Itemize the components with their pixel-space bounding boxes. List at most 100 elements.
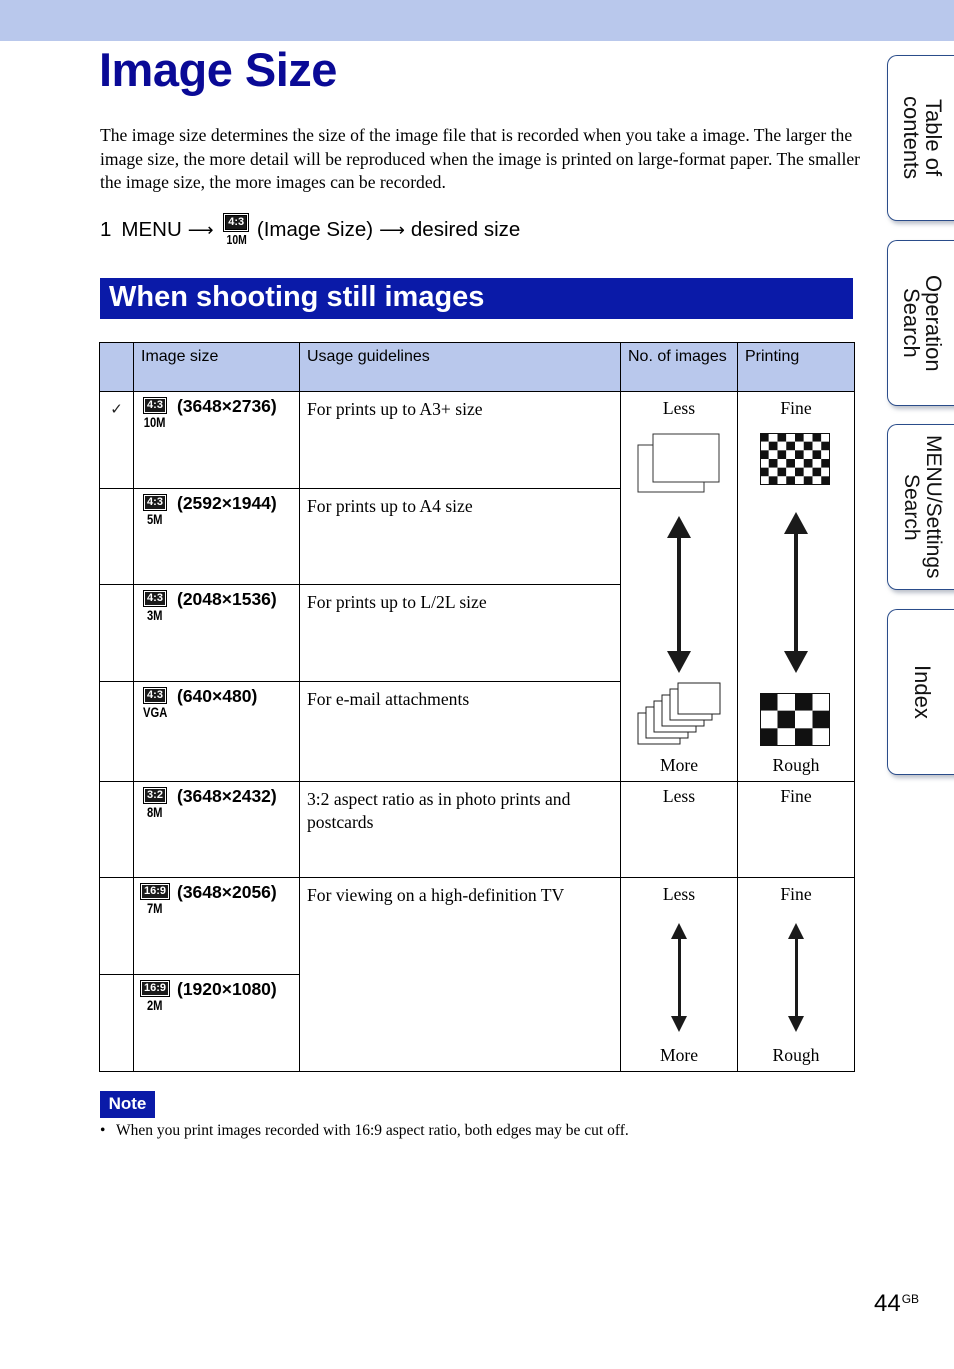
checker-cell — [760, 450, 769, 459]
checker-cell — [795, 450, 804, 459]
checker-cell — [777, 693, 795, 711]
double-arrow-icon — [671, 923, 687, 1032]
note-badge: Note — [100, 1091, 155, 1118]
checker-cell — [786, 450, 795, 459]
step-number: 1 — [100, 218, 112, 241]
checker-cell — [768, 459, 778, 468]
usage-cell: For prints up to A3+ size — [299, 391, 621, 489]
checker-cell — [760, 441, 769, 451]
tab-index[interactable]: Index — [887, 609, 954, 775]
checker-cell — [777, 459, 787, 468]
ratio-label: 4:3 — [143, 590, 167, 608]
dimensions: (2048×1536) — [177, 589, 277, 610]
checker-cell — [768, 467, 778, 477]
checker-cell — [812, 441, 822, 451]
checker-cell — [812, 433, 822, 442]
size-cell: 4:3 VGA (640×480) — [133, 681, 300, 782]
checker-cell — [821, 441, 830, 451]
table-row: ✓ 4:3 10M (3648×2736) For prints up to A3… — [99, 391, 855, 782]
checker-cell — [768, 433, 778, 442]
target-label: desired size — [410, 218, 521, 241]
checker-cell — [786, 441, 795, 451]
tab-menu-settings-search[interactable]: MENU/Settings Search — [887, 424, 954, 590]
menu-step: 1 MENU ⟶ 4:3 10M (Image Size) ⟶ desired … — [100, 210, 520, 250]
rough-checker-icon — [760, 693, 830, 746]
dimensions: (2592×1944) — [177, 492, 277, 513]
checker-cell — [803, 441, 813, 451]
checker-cell — [821, 476, 830, 485]
checker-cell — [786, 476, 795, 485]
usage-cell: 3:2 aspect ratio as in photo prints and … — [299, 781, 621, 878]
dimensions: (3648×2056) — [177, 882, 277, 902]
checker-cell — [777, 450, 787, 459]
section-heading: When shooting still images — [100, 278, 853, 319]
checker-cell — [803, 459, 813, 468]
default-marker: ✓ — [99, 391, 134, 489]
checker-cell — [821, 450, 830, 459]
checker-cell — [768, 476, 778, 485]
table-row: 16:9 7M (3648×2056) For viewing on a high… — [99, 877, 855, 1072]
dimensions: (640×480) — [177, 686, 258, 707]
checker-cell — [795, 728, 813, 746]
checker-cell — [795, 441, 804, 451]
tab-label: MENU/Settings Search — [900, 435, 945, 579]
size-cell: 4:3 3M (2048×1536) — [133, 584, 300, 683]
header-no-of-images: No. of images — [620, 342, 738, 392]
size-cell: 4:3 10M (3648×2736) — [133, 391, 300, 489]
images-value: Less — [662, 786, 696, 806]
bullet: • — [100, 1122, 106, 1139]
checker-cell — [812, 459, 822, 468]
default-marker — [99, 584, 134, 683]
scale-bottom-label: Rough — [772, 1045, 820, 1065]
usage-cell: For viewing on a high-definition TV — [299, 877, 621, 1072]
default-marker — [99, 974, 134, 1072]
image-size-icon: 3:2 8M — [141, 787, 169, 820]
menu-label: MENU — [121, 218, 182, 241]
ratio-label: 4:3 — [143, 687, 167, 705]
image-size-icon: 4:3 10M — [141, 397, 169, 429]
printing-scale-cell: Fine Rough — [737, 877, 855, 1072]
intro-text: The image size determines the size of th… — [100, 125, 861, 193]
megapixel-label: 8M — [147, 804, 163, 820]
usage-cell: For e-mail attachments — [299, 681, 621, 782]
checker-cell — [812, 467, 822, 477]
page-title: Image Size — [99, 43, 337, 96]
checker-cell — [777, 433, 787, 442]
checker-cell — [812, 450, 822, 459]
few-images-icon — [637, 433, 720, 493]
megapixel-label: 2M — [147, 997, 163, 1013]
tab-table-of-contents[interactable]: Table of contents — [887, 55, 954, 221]
tab-operation-search[interactable]: Operation Search — [887, 240, 954, 406]
page-number-suffix: GB — [901, 1292, 920, 1306]
tab-label: Table of contents — [899, 96, 946, 180]
scale-bottom-label: More — [659, 1045, 699, 1065]
checker-cell — [760, 467, 769, 477]
megapixel-label: 7M — [147, 900, 163, 916]
image-size-icon: 4:3 10M — [223, 212, 250, 247]
image-size-icon: 4:3 5M — [141, 493, 169, 526]
checker-cell — [760, 459, 769, 468]
image-size-icon: 16:9 2M — [139, 980, 171, 1013]
image-size-icon: 4:3 VGA — [141, 687, 169, 719]
checker-cell — [812, 476, 822, 485]
checker-cell — [803, 467, 813, 477]
checker-cell — [760, 693, 778, 711]
checker-cell — [803, 433, 813, 442]
ratio-label: 4:3 — [223, 212, 250, 232]
checker-cell — [795, 710, 813, 729]
default-marker — [99, 877, 134, 975]
header-band — [0, 0, 954, 41]
checker-cell — [777, 710, 795, 729]
arrow-right-icon: ⟶ — [379, 219, 405, 240]
checker-cell — [760, 433, 769, 442]
scale-top-label: Less — [662, 398, 696, 418]
ratio-label: 16:9 — [139, 980, 171, 997]
checker-cell — [803, 450, 813, 459]
size-cell: 4:3 5M (2592×1944) — [133, 487, 300, 586]
many-images-icon — [637, 682, 721, 745]
double-arrow-icon — [667, 516, 691, 673]
page-number-value: 44 — [874, 1290, 901, 1317]
checker-cell — [812, 728, 830, 746]
megapixel-label: 10M — [226, 231, 247, 247]
dimensions: (1920×1080) — [177, 979, 277, 999]
